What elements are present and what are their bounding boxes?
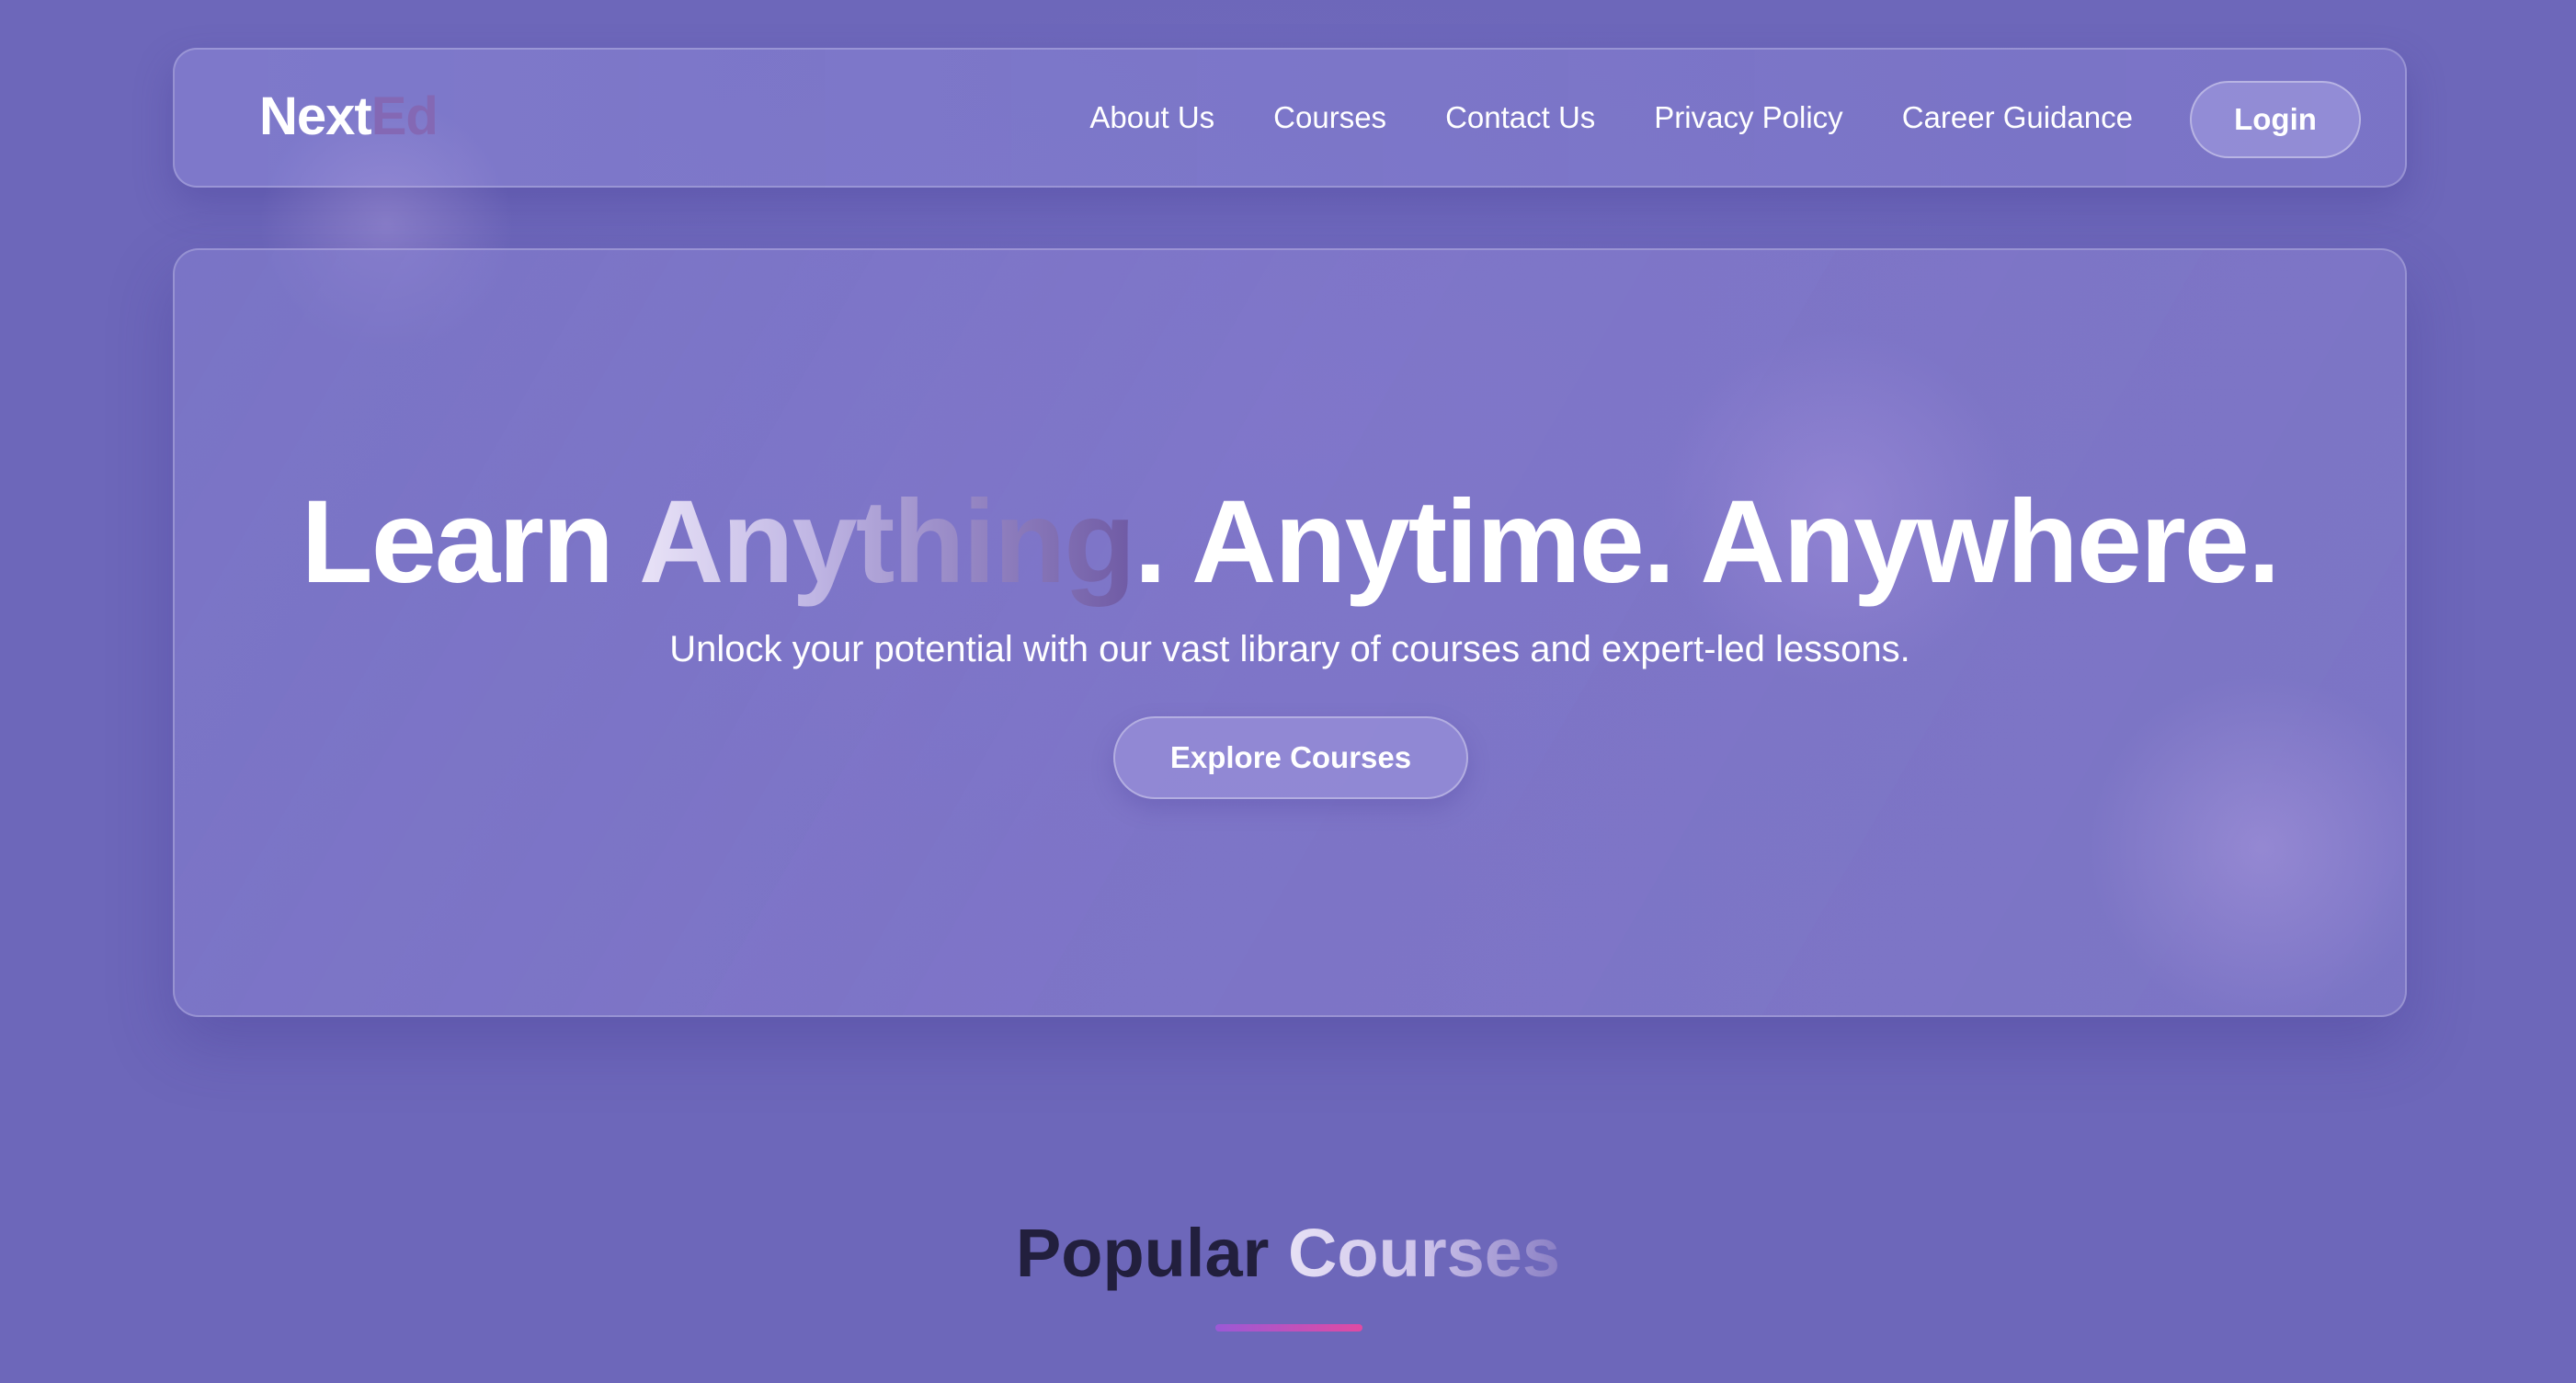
explore-courses-button[interactable]: Explore Courses xyxy=(1113,716,1468,799)
logo[interactable]: NextEd xyxy=(259,90,439,143)
nav-link-privacy-policy[interactable]: Privacy Policy xyxy=(1654,100,1842,135)
nav-link-about-us[interactable]: About Us xyxy=(1089,100,1214,135)
logo-text-primary: Next xyxy=(259,86,372,146)
section-title-light-part: Courses xyxy=(1287,1215,1561,1291)
hero-title-highlight: Anything xyxy=(638,476,1136,608)
logo-text-accent: Ed xyxy=(370,86,439,146)
section-title-underline xyxy=(1215,1324,1362,1332)
navbar: NextEd About Us Courses Contact Us Priva… xyxy=(173,48,2407,362)
section-title-dark-part: Popular xyxy=(1015,1215,1288,1291)
page: NextEd About Us Courses Contact Us Priva… xyxy=(0,0,2576,1383)
login-button[interactable]: Login xyxy=(2190,81,2361,158)
nav-link-career-guidance[interactable]: Career Guidance xyxy=(1902,100,2133,135)
hero-card: Learn Anything. Anytime. Anywhere. Unloc… xyxy=(173,248,2407,1017)
nav-link-courses[interactable]: Courses xyxy=(1273,100,1386,135)
hero-subtitle: Unlock your potential with our vast libr… xyxy=(669,629,1910,669)
nav-links: About Us Courses Contact Us Privacy Poli… xyxy=(1089,50,2133,186)
hero-title-start: Learn xyxy=(301,476,639,608)
nav-link-contact-us[interactable]: Contact Us xyxy=(1445,100,1595,135)
hero-title-end: . Anytime. Anywhere. xyxy=(1134,476,2280,608)
hero-title: Learn Anything. Anytime. Anywhere. xyxy=(175,476,2405,608)
hero-glow-decoration-bottom xyxy=(2059,655,2405,1015)
section-title-popular-courses: Popular Courses xyxy=(0,1216,2576,1290)
